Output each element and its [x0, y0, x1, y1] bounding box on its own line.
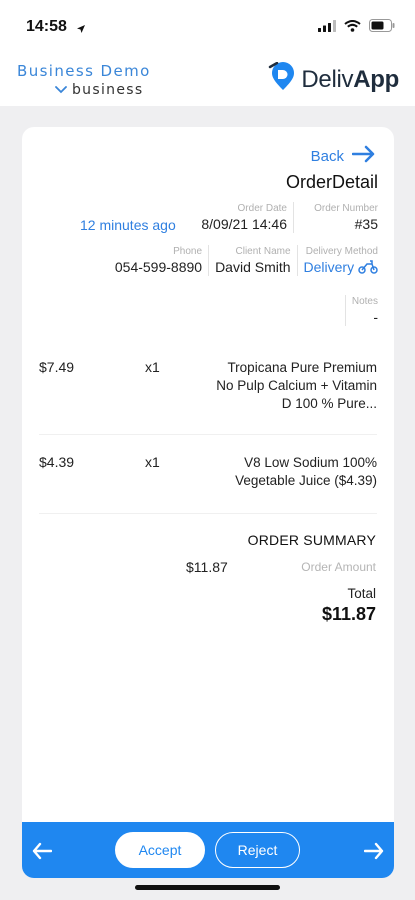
logo-icon: [268, 61, 298, 97]
battery-icon: [369, 19, 395, 37]
client-info-row: Phone 054-599-8890 Client Name David Smi…: [109, 245, 378, 276]
client-name-label: Client Name: [235, 246, 291, 257]
order-amount-value: $11.87: [186, 559, 228, 575]
reject-button[interactable]: Reject: [215, 832, 300, 868]
signal-icon: [318, 19, 336, 37]
order-date-label: Order Date: [237, 203, 287, 214]
delivery-method-value: Delivery: [304, 258, 378, 276]
delivery-method-field: Delivery Method Delivery: [296, 245, 378, 276]
status-bar: 14:58: [0, 0, 415, 50]
phone-label: Phone: [173, 246, 203, 257]
total-label: Total: [347, 586, 376, 601]
order-amount-label: Order Amount: [301, 560, 376, 574]
business-switch-label: business: [72, 82, 144, 98]
previous-order-arrow-icon[interactable]: [32, 842, 53, 860]
wifi-icon: [344, 19, 361, 37]
item-quantity: x1: [145, 359, 160, 375]
status-icons: [318, 19, 395, 37]
notes-row: Notes -: [344, 295, 378, 326]
home-indicator: [135, 885, 280, 890]
accept-button[interactable]: Accept: [115, 832, 205, 868]
delivery-method-label: Delivery Method: [305, 246, 378, 257]
order-number-value: #35: [354, 216, 378, 232]
delivapp-logo: DelivApp: [268, 61, 399, 97]
order-number-field: Order Number #35: [293, 202, 378, 233]
back-button[interactable]: Back: [311, 145, 376, 168]
business-name[interactable]: Business Demo: [17, 62, 151, 80]
app-header: Business Demo business DelivApp: [0, 50, 415, 106]
next-order-arrow-icon[interactable]: [363, 842, 384, 860]
phone-field: Phone 054-599-8890: [109, 245, 208, 276]
item-divider: [39, 434, 377, 435]
order-date-value: 8/09/21 14:46: [201, 216, 287, 232]
total-value: $11.87: [321, 604, 376, 624]
order-number-label: Order Number: [314, 203, 378, 214]
notes-value: -: [373, 309, 378, 325]
order-summary-title: ORDER SUMMARY: [247, 532, 376, 548]
order-time-ago: 12 minutes ago: [80, 217, 176, 233]
item-divider: [39, 513, 377, 514]
order-action-bar: Accept Reject: [22, 822, 394, 878]
back-label: Back: [310, 148, 344, 165]
phone-value[interactable]: 054-599-8890: [115, 258, 202, 276]
order-detail-card: Back OrderDetail 12 minutes ago Order Da…: [22, 127, 394, 822]
notes-label: Notes: [351, 296, 378, 307]
delivery-method-text: Delivery: [303, 259, 355, 275]
location-arrow-icon: [76, 21, 86, 39]
logo-text-bold: App: [353, 65, 399, 93]
notes-field: Notes -: [344, 295, 378, 326]
item-name: V8 Low Sodium 100% Vegetable Juice ($4.3…: [235, 455, 377, 488]
scooter-icon: [358, 259, 378, 275]
business-switcher[interactable]: business: [55, 81, 143, 99]
page-title: OrderDetail: [285, 172, 378, 192]
logo-text-light: Deliv: [301, 65, 354, 93]
chevron-down-icon: [55, 81, 67, 99]
order-info-row: Order Date 8/09/21 14:46 Order Number #3…: [195, 202, 378, 233]
order-date-field: Order Date 8/09/21 14:46: [195, 202, 293, 233]
item-quantity: x1: [145, 454, 160, 470]
logo-text: DelivApp: [301, 66, 399, 94]
item-price: $4.39: [39, 454, 75, 470]
status-time: 14:58: [26, 18, 67, 35]
item-price: $7.49: [39, 359, 75, 375]
arrow-right-icon: [351, 145, 376, 168]
item-name: Tropicana Pure Premium No Pulp Calcium +…: [216, 360, 377, 411]
client-name-value: David Smith: [215, 259, 291, 275]
client-name-field: Client Name David Smith: [208, 245, 296, 276]
